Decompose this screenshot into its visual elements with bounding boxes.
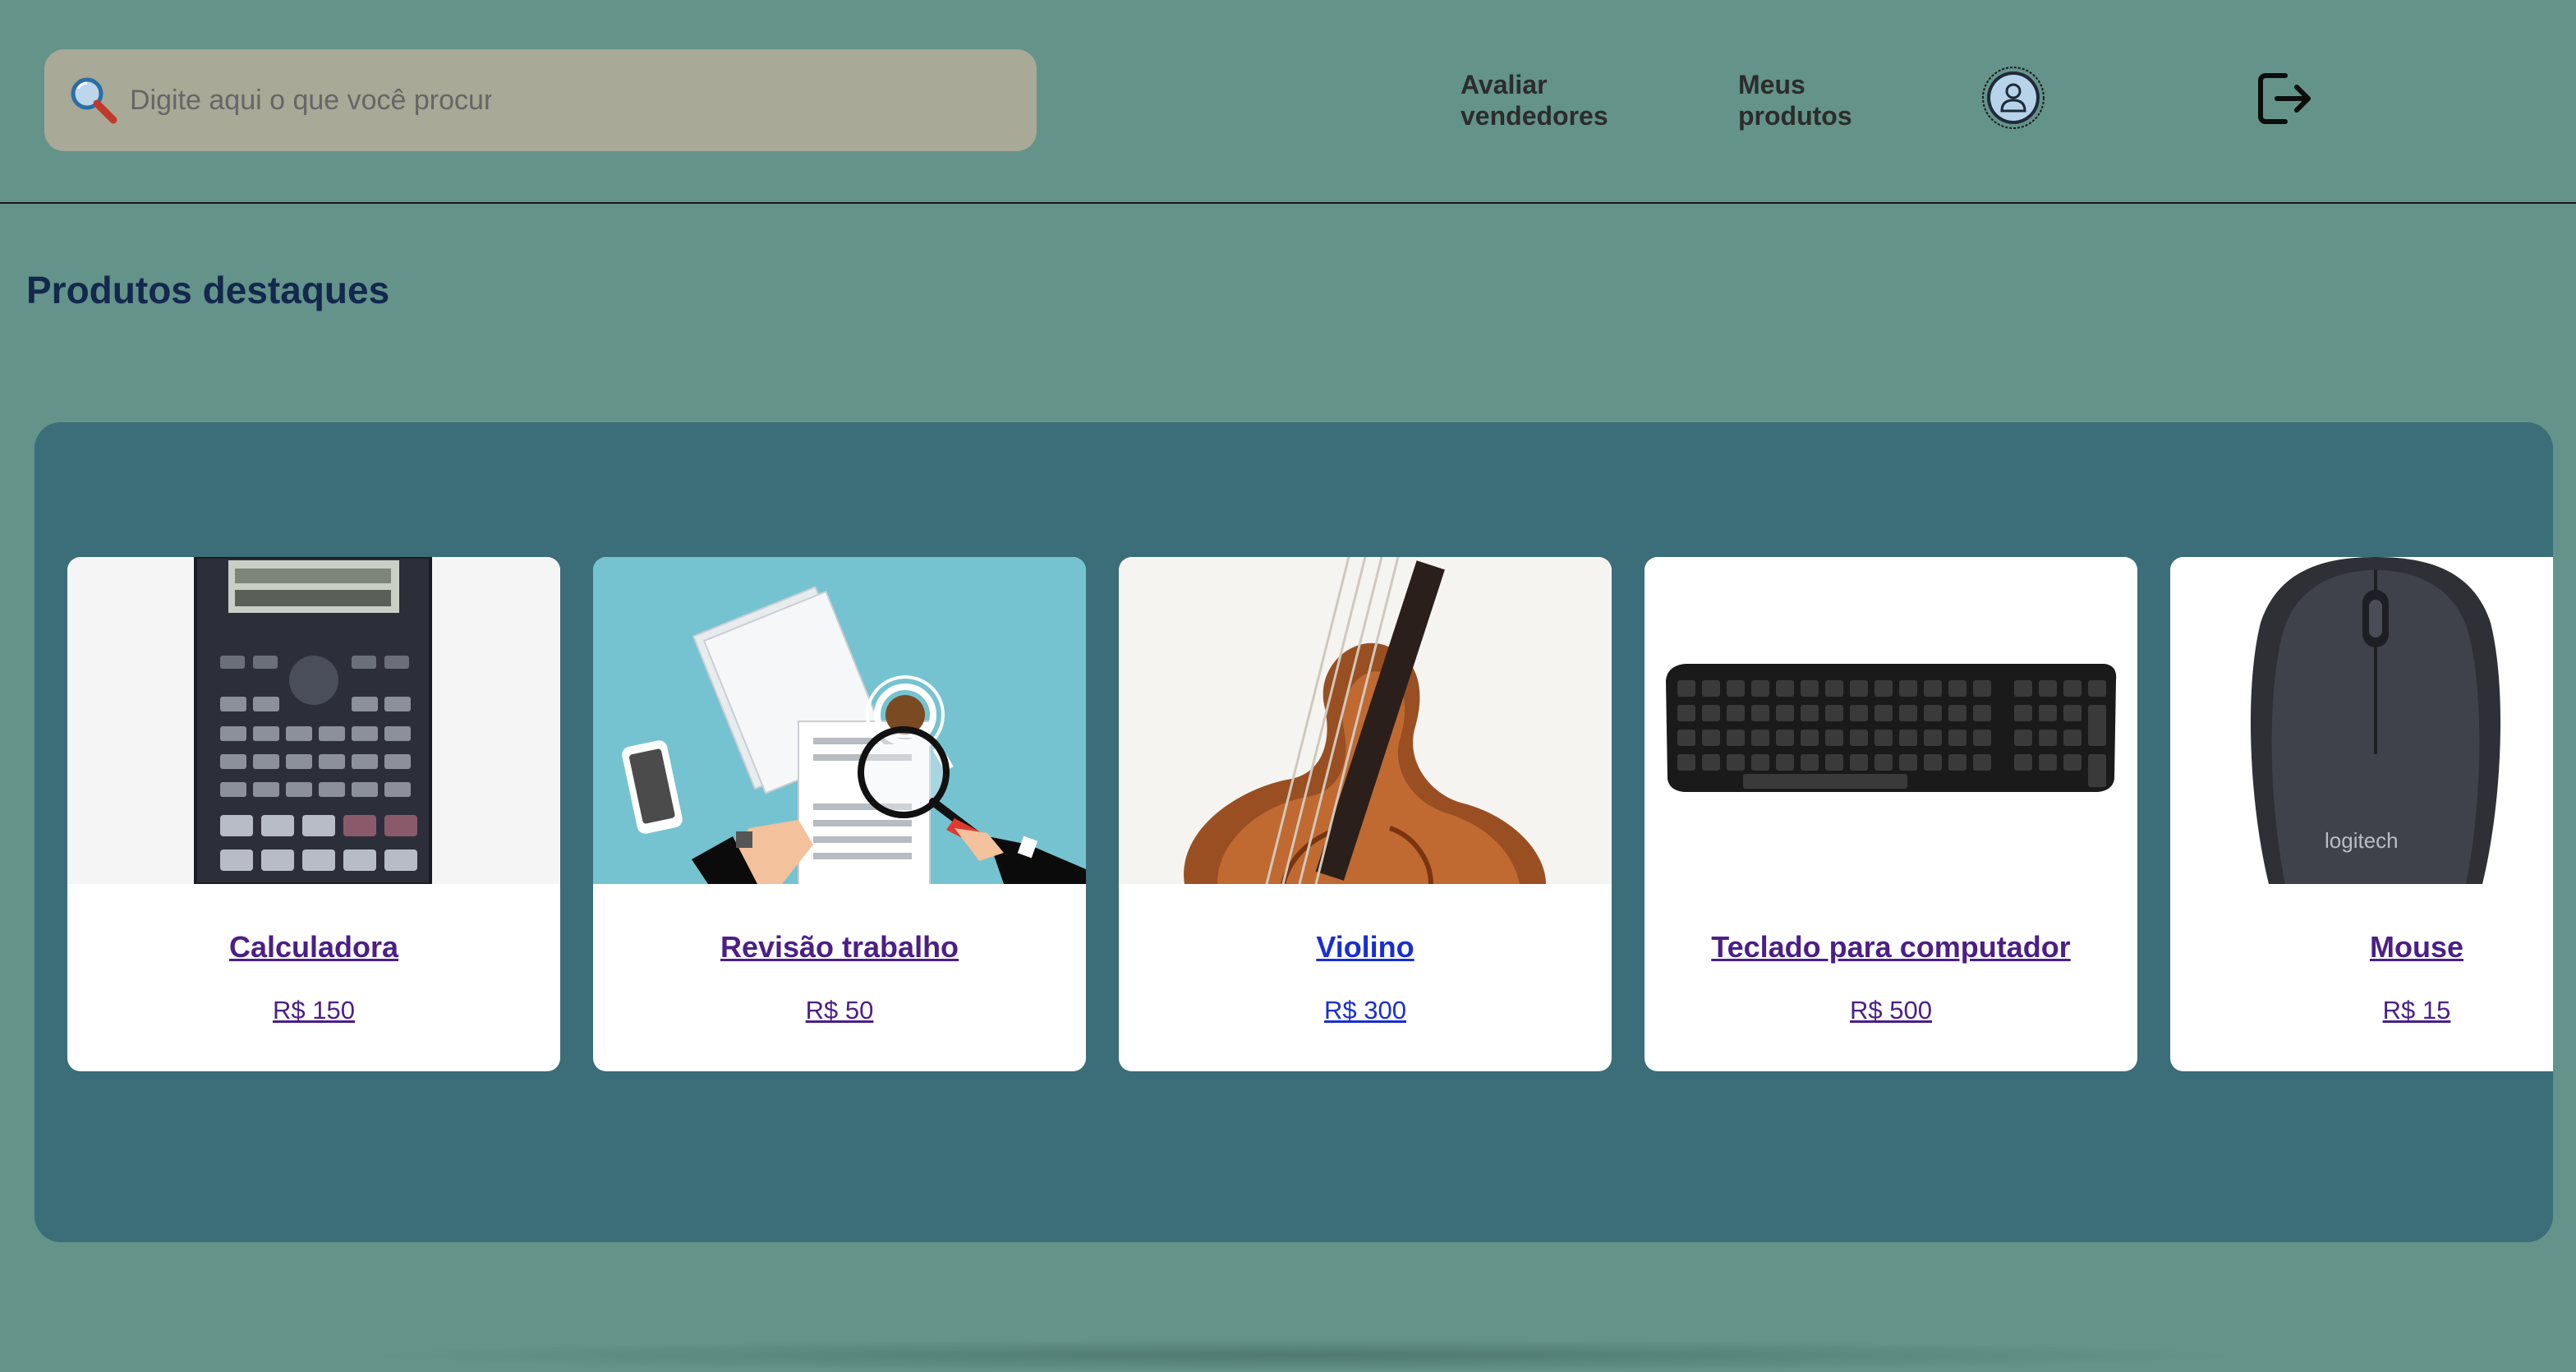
search-icon[interactable] — [62, 72, 120, 130]
section-title: Produtos destaques — [26, 269, 390, 311]
product-card[interactable]: Teclado para computador R$ 500 — [1644, 557, 2137, 1071]
search-input[interactable] — [130, 74, 491, 127]
product-name-link[interactable]: Calculadora — [67, 930, 560, 965]
logout-icon[interactable] — [2252, 66, 2318, 131]
product-card[interactable]: Revisão trabalho R$ 50 — [593, 557, 1086, 1071]
product-name-link[interactable]: Violino — [1119, 930, 1612, 965]
product-price-link[interactable]: R$ 15 — [2170, 996, 2553, 1025]
product-name-link[interactable]: Mouse — [2170, 930, 2553, 965]
product-card[interactable]: Calculadora R$ 150 — [67, 557, 560, 1071]
product-price-link[interactable]: R$ 300 — [1119, 996, 1612, 1025]
nav-rate-sellers-link[interactable]: Avaliar vendedores — [1460, 69, 1641, 131]
keyboard-image[interactable] — [1644, 557, 2137, 884]
product-card[interactable]: Violino R$ 300 — [1119, 557, 1612, 1071]
user-icon[interactable] — [1981, 66, 2045, 130]
calculator-image[interactable] — [67, 557, 560, 884]
nav-my-products-link[interactable]: Meus produtos — [1738, 69, 1919, 131]
mouse-image[interactable]: logitech — [2170, 557, 2553, 884]
product-name-link[interactable]: Teclado para computador — [1644, 930, 2137, 965]
footer-shadow — [361, 1339, 2251, 1372]
violin-image[interactable] — [1119, 557, 1612, 884]
product-card[interactable]: logitech Mouse R$ 15 — [2170, 557, 2553, 1071]
document-review-image[interactable] — [593, 557, 1086, 884]
product-price-link[interactable]: R$ 500 — [1644, 996, 2137, 1025]
featured-products-carousel: Calculadora R$ 150 Revisão trabalho R$ 5… — [34, 422, 2553, 1242]
product-price-link[interactable]: R$ 150 — [67, 996, 560, 1025]
product-price-link[interactable]: R$ 50 — [593, 996, 1086, 1025]
top-header: Avaliar vendedores Meus produtos — [0, 0, 2576, 204]
search-bar[interactable] — [44, 49, 1037, 151]
logitech-logo: logitech — [2325, 828, 2399, 853]
product-name-link[interactable]: Revisão trabalho — [593, 930, 1086, 965]
